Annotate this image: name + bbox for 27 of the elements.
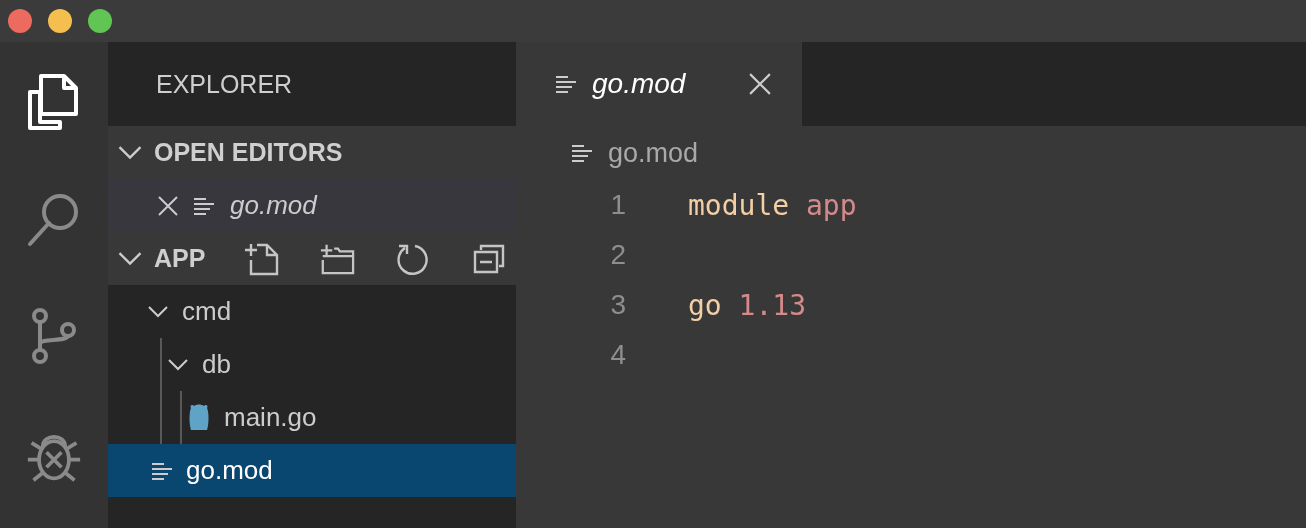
- code-line: module app: [688, 188, 857, 222]
- line-number: 3: [609, 289, 626, 321]
- tree-item[interactable]: db: [108, 338, 516, 391]
- line-number: 1: [609, 189, 626, 221]
- zoom-button[interactable]: [88, 9, 112, 33]
- close-icon[interactable]: [749, 73, 772, 95]
- code-line: go 1.13: [688, 288, 806, 322]
- line-number: 4: [609, 339, 626, 371]
- section-header[interactable]: APP: [108, 232, 516, 285]
- tree-item[interactable]: go.mod: [108, 444, 516, 497]
- section-header[interactable]: OPEN EDITORS: [108, 126, 516, 179]
- text-file-icon: [152, 461, 172, 480]
- tree-item[interactable]: main.go: [108, 391, 516, 444]
- open-editor-item[interactable]: go.mod: [108, 179, 516, 232]
- minimize-button[interactable]: [48, 9, 72, 33]
- breadcrumb[interactable]: go.mod: [608, 137, 699, 169]
- text-file-icon: [572, 144, 592, 162]
- close-icon[interactable]: [158, 195, 178, 216]
- tree-item[interactable]: cmd: [108, 285, 516, 338]
- mascot-icon: [188, 403, 210, 432]
- new-file-icon[interactable]: [243, 241, 280, 276]
- line-number: 2: [609, 239, 626, 271]
- close-button[interactable]: [8, 9, 32, 33]
- editor-tab[interactable]: go.mod: [516, 42, 802, 126]
- text-file-icon: [194, 196, 214, 215]
- explorer-title: EXPLORER: [156, 69, 293, 99]
- text-file-icon: [556, 75, 576, 93]
